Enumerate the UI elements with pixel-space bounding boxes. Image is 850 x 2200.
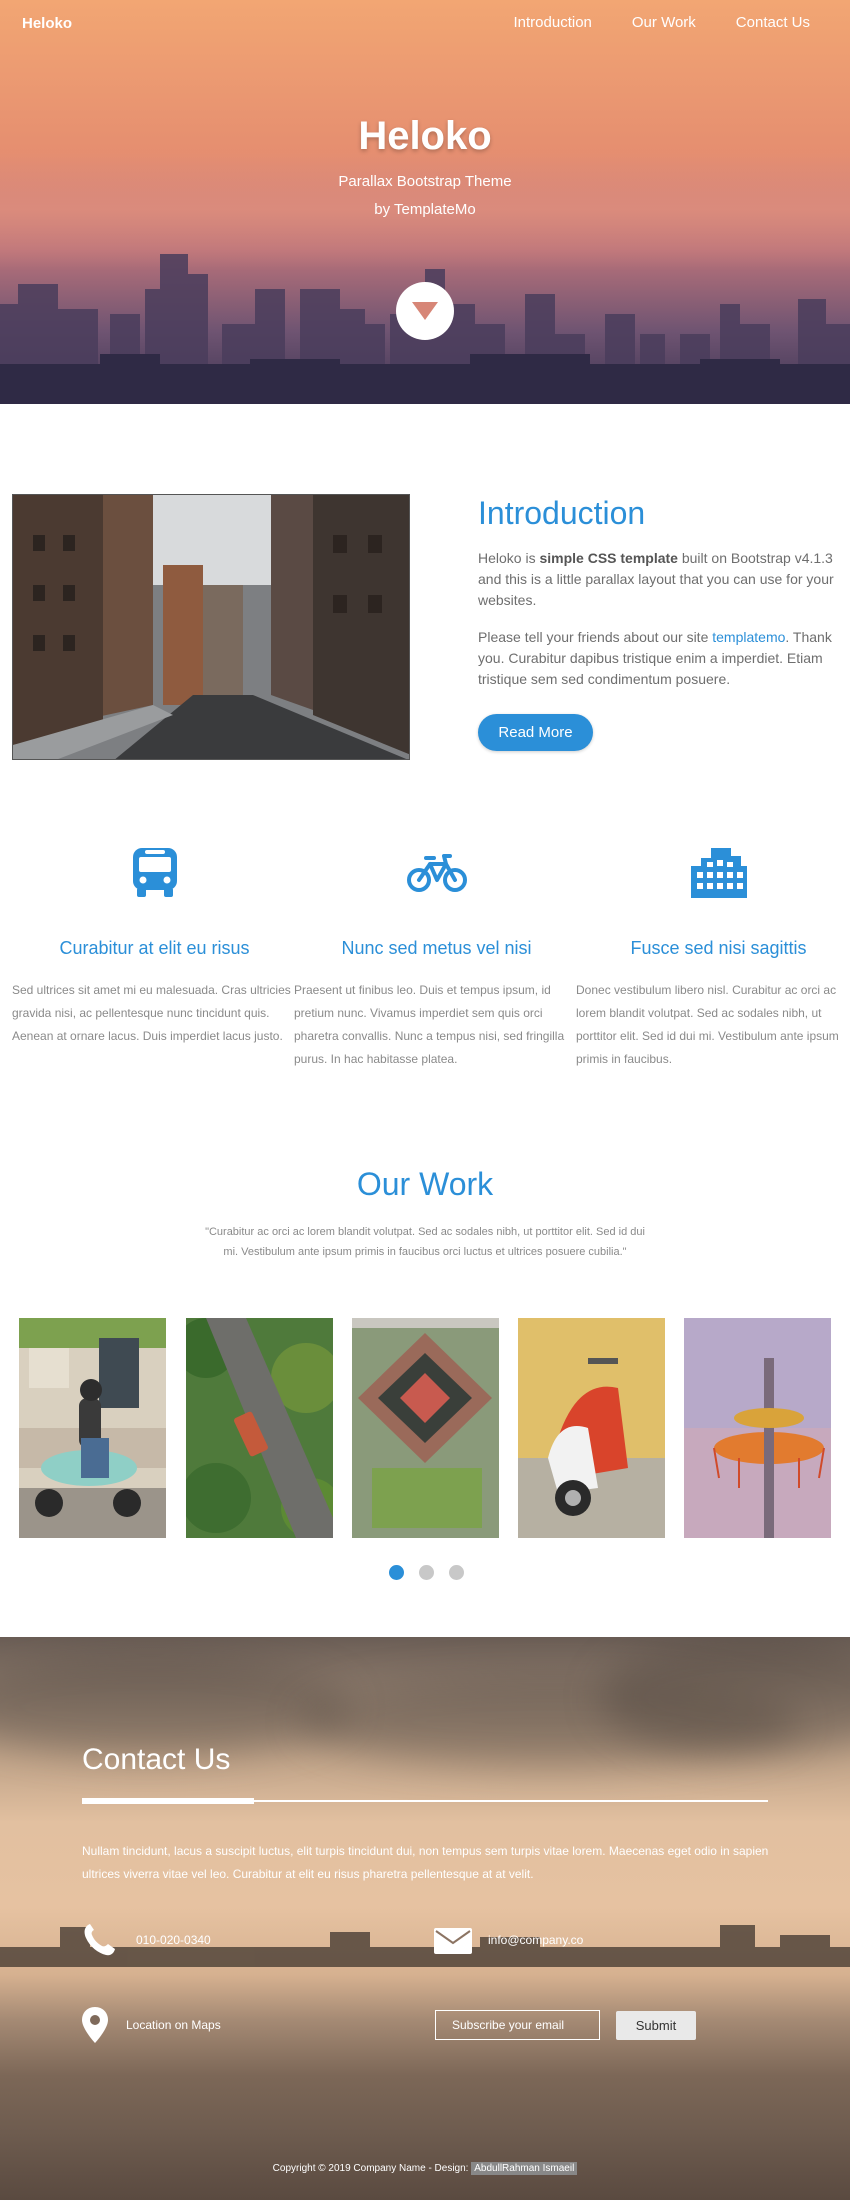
feature-title-2: Nunc sed metus vel nisi bbox=[341, 938, 532, 958]
templatemo-link[interactable]: templatemo bbox=[712, 629, 785, 645]
intro-p1-bold: simple CSS template bbox=[539, 550, 678, 566]
contact-description: Nullam tincidunt, lacus a suscipit luctu… bbox=[82, 1844, 769, 1881]
envelope-icon bbox=[434, 1928, 472, 1959]
nav-link-introduction[interactable]: Introduction bbox=[514, 14, 592, 31]
chevron-down-icon bbox=[412, 302, 438, 320]
location-on-maps-link[interactable]: Location on Maps bbox=[126, 2018, 221, 2032]
gallery-item-scooter-rider[interactable] bbox=[19, 1318, 166, 1538]
intro-p2-prefix: Please tell your friends about our site bbox=[478, 629, 713, 645]
phone-icon bbox=[82, 1922, 116, 1961]
intro-paragraph-1: Heloko is simple CSS template built on B… bbox=[478, 548, 838, 611]
feature-card-2: Nunc sed metus vel nisi Praesent ut fini… bbox=[294, 846, 579, 1071]
distant-skyline bbox=[0, 1925, 850, 1967]
feature-text-3: Donec vestibulum libero nisl. Curabitur … bbox=[576, 983, 839, 1066]
feature-card-1: Curabitur at elit eu risus Sed ultrices … bbox=[12, 846, 297, 1048]
feature-text-1: Sed ultrices sit amet mi eu malesuada. C… bbox=[12, 983, 291, 1043]
building-icon bbox=[576, 846, 850, 900]
feature-card-3: Fusce sed nisi sagittis Donec vestibulum… bbox=[576, 846, 850, 1071]
bus-icon bbox=[12, 846, 297, 900]
read-more-button[interactable]: Read More bbox=[478, 714, 593, 751]
footer-designer-link[interactable]: AbdullRahman Ismaeil bbox=[471, 2162, 578, 2175]
contact-title: Contact Us bbox=[82, 1743, 231, 1776]
footer-copyright-text: Copyright © 2019 Company Name - Design: bbox=[272, 2163, 472, 2174]
feature-text-2: Praesent ut finibus leo. Duis et tempus … bbox=[294, 983, 565, 1066]
gallery-item-aerial-road-bus[interactable] bbox=[186, 1318, 333, 1538]
nav-link-our-work[interactable]: Our Work bbox=[632, 14, 696, 31]
bicycle-icon bbox=[294, 846, 579, 900]
hero-title: Heloko bbox=[358, 114, 492, 158]
intro-p1-prefix: Heloko is bbox=[478, 550, 540, 566]
contact-divider-accent bbox=[82, 1798, 254, 1804]
gallery-item-red-vespa[interactable] bbox=[518, 1318, 665, 1538]
intro-street-photo bbox=[12, 494, 410, 760]
subscribe-email-input[interactable] bbox=[435, 2010, 600, 2040]
our-work-subtitle: "Curabitur ac orci ac lorem blandit volu… bbox=[205, 1226, 645, 1258]
map-pin-icon bbox=[82, 2007, 108, 2048]
hero-byline: by TemplateMo bbox=[374, 201, 476, 218]
nav-menu: Introduction Our Work Contact Us bbox=[514, 14, 850, 31]
footer-copyright: Copyright © 2019 Company Name - Design: … bbox=[0, 2162, 850, 2175]
carousel-dot-3[interactable] bbox=[449, 1565, 464, 1580]
feature-title-1: Curabitur at elit eu risus bbox=[59, 938, 250, 958]
intro-title: Introduction bbox=[478, 495, 646, 531]
hero-subtitle: Parallax Bootstrap Theme bbox=[338, 173, 512, 190]
submit-button[interactable]: Submit bbox=[616, 2011, 696, 2040]
contact-section bbox=[0, 1637, 850, 2200]
contact-email[interactable]: info@company.co bbox=[488, 1933, 583, 1947]
carousel-dot-1[interactable] bbox=[389, 1565, 404, 1580]
hero-section: Heloko Introduction Our Work Contact Us … bbox=[0, 0, 850, 404]
brand-logo[interactable]: Heloko bbox=[22, 15, 72, 32]
scroll-down-button[interactable] bbox=[396, 282, 454, 340]
nav-link-contact-us[interactable]: Contact Us bbox=[736, 14, 810, 31]
intro-paragraph-2: Please tell your friends about our site … bbox=[478, 627, 838, 690]
carousel-dot-2[interactable] bbox=[419, 1565, 434, 1580]
our-work-title: Our Work bbox=[356, 1166, 494, 1202]
contact-phone[interactable]: 010-020-0340 bbox=[136, 1933, 211, 1947]
gallery-item-ferris-wheel[interactable] bbox=[684, 1318, 831, 1538]
gallery-item-aerial-building[interactable] bbox=[352, 1318, 499, 1538]
feature-title-3: Fusce sed nisi sagittis bbox=[630, 938, 807, 958]
